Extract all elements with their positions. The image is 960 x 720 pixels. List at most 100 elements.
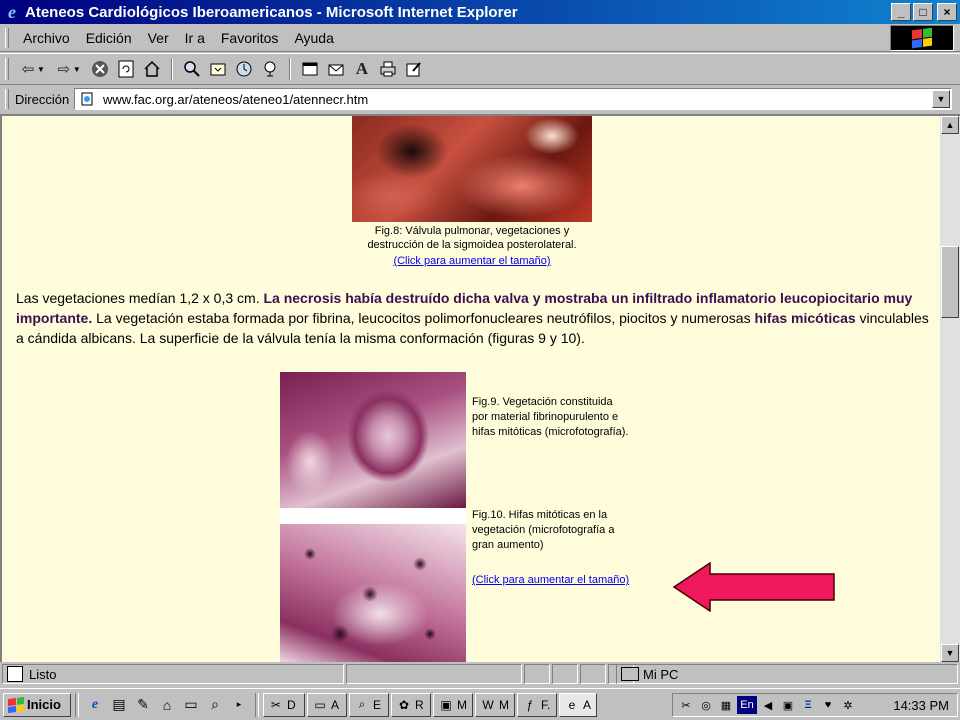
antivirus-tray-icon[interactable]: ✲ — [839, 696, 857, 714]
taskbar-task-label: A — [583, 697, 592, 712]
addressbar-grip[interactable] — [5, 89, 9, 109]
mail-icon[interactable] — [323, 57, 349, 81]
browser-viewport: Fig.8: Válvula pulmonar, vegetaciones y … — [0, 114, 960, 662]
scroll-down-button[interactable]: ▼ — [941, 644, 959, 662]
back-dropdown-icon[interactable]: ▼ — [37, 65, 45, 74]
fig10-caption: Fig.10. Hifas mitóticas en la vegetación… — [472, 509, 615, 551]
ie-logo-icon: e — [8, 1, 16, 22]
windows-logo-icon — [8, 696, 24, 713]
toolbar: ⇦ ▼ ⇨ ▼ A — [0, 53, 960, 85]
fonts-icon[interactable]: A — [349, 57, 375, 81]
menu-favoritos[interactable]: Favoritos — [213, 30, 287, 46]
fig9-photo[interactable] — [280, 372, 466, 508]
vertical-scrollbar[interactable]: ▲ ▼ — [940, 116, 960, 662]
scheduler-tray-icon[interactable]: ▦ — [717, 696, 735, 714]
network-tray-icon[interactable]: ♥ — [819, 696, 837, 714]
taskbar-task-1[interactable]: ▭ A — [307, 692, 347, 717]
taskbar-task-label: E — [373, 697, 382, 712]
edit-icon[interactable] — [401, 57, 427, 81]
menu-ir-a[interactable]: Ir a — [177, 30, 213, 46]
taskbar-task-label: R — [415, 697, 424, 712]
maximize-button[interactable]: □ — [913, 3, 933, 21]
taskbar-task-label: M — [457, 697, 467, 712]
window-title: Ateneos Cardiológicos Iberoamericanos - … — [25, 3, 518, 21]
folder-quicklaunch-icon[interactable]: ▭ — [179, 694, 203, 716]
taskbar-task-7[interactable]: eA — [559, 692, 597, 717]
address-input[interactable]: www.fac.org.ar/ateneos/ateneo1/atennecr.… — [74, 88, 952, 110]
taskbar: Inicio e ▤ ✎ ⌂ ▭ ⌕ ▸ ✂ D ▭ A ⌕ E ✿ R ▣ M W Mƒ F. e A ✂… — [0, 688, 960, 720]
explorer-icon: ⌕ — [358, 697, 366, 711]
toolbar-grip[interactable] — [5, 58, 9, 80]
taskbar-task-2[interactable]: ⌕ E — [349, 692, 389, 717]
paint-icon: ✿ — [398, 697, 410, 712]
fullscreen-icon[interactable] — [297, 57, 323, 81]
taskbar-task-label: F. — [541, 697, 551, 712]
acrobat-tray-icon[interactable]: ✂ — [677, 696, 695, 714]
page-icon — [81, 92, 93, 106]
refresh-icon[interactable] — [113, 57, 139, 81]
menu-edicion[interactable]: Edición — [78, 30, 140, 46]
fig910-enlarge-link[interactable]: (Click para aumentar el tamaño) — [472, 574, 629, 586]
taskbar-task-3[interactable]: ✿ R — [391, 692, 431, 717]
desktop-quicklaunch-icon[interactable]: ▤ — [107, 694, 131, 716]
menu-ver[interactable]: Ver — [140, 30, 177, 46]
favorites-icon[interactable] — [205, 57, 231, 81]
fig8-photo[interactable] — [352, 116, 592, 222]
taskbar-task-0[interactable]: ✂ D — [263, 692, 305, 717]
history-icon[interactable] — [231, 57, 257, 81]
start-button[interactable]: Inicio — [3, 692, 71, 717]
web-page: Fig.8: Válvula pulmonar, vegetaciones y … — [2, 116, 940, 662]
forward-dropdown-icon[interactable]: ▼ — [73, 65, 81, 74]
address-dropdown-button[interactable]: ▼ — [932, 90, 950, 108]
taskbar-task-label: D — [287, 697, 296, 712]
language-indicator[interactable]: En — [737, 696, 757, 714]
address-url[interactable]: www.fac.org.ar/ateneos/ateneo1/atennecr.… — [101, 92, 932, 107]
folder-icon: ▭ — [314, 697, 326, 712]
menu-bar: Archivo Edición Ver Ir a Favoritos Ayuda — [0, 24, 960, 52]
scroll-up-button[interactable]: ▲ — [941, 116, 959, 134]
throbber — [890, 25, 954, 51]
status-text-panel: Listo — [2, 664, 344, 684]
document-icon — [7, 666, 23, 682]
system-tray: ✂ ◎ ▦ En ◀ ▣ Ξ ♥ ✲ 14:33 PM — [672, 693, 958, 717]
minimize-button[interactable]: _ — [891, 3, 911, 21]
home-icon[interactable] — [139, 57, 165, 81]
notepad-quicklaunch-icon[interactable]: ✎ — [131, 694, 155, 716]
zone-panel: Mi PC — [616, 664, 958, 684]
status-text: Listo — [29, 666, 57, 682]
taskbar-task-6[interactable]: ƒ F. — [517, 692, 557, 717]
channels-icon[interactable] — [257, 57, 283, 81]
status-bar: Listo Mi PC — [0, 662, 960, 686]
fig10-photo[interactable] — [280, 524, 466, 662]
network-quicklaunch-icon[interactable]: ⌂ — [155, 694, 179, 716]
acrobat-icon: ✂ — [270, 697, 282, 712]
ie-quicklaunch-icon[interactable]: e — [83, 694, 107, 716]
windows-logo-icon — [912, 27, 932, 49]
close-button[interactable]: × — [937, 3, 957, 21]
stop-icon[interactable] — [87, 57, 113, 81]
taskbar-task-4[interactable]: ▣ M — [433, 692, 473, 717]
scrollbar-thumb[interactable] — [941, 246, 959, 318]
search-icon[interactable] — [179, 57, 205, 81]
explorer-quicklaunch-icon[interactable]: ⌕ — [203, 694, 227, 716]
monitor-tray-icon[interactable]: ▣ — [779, 696, 797, 714]
zone-text: Mi PC — [643, 666, 679, 682]
flash-icon: ƒ — [526, 697, 534, 712]
taskbar-task-label: M — [499, 697, 509, 712]
clock: 14:33 PM — [893, 697, 949, 713]
taskbar-task-label: A — [331, 697, 340, 712]
word-icon: W — [482, 697, 494, 712]
print-icon[interactable] — [375, 57, 401, 81]
pointer-arrow-icon — [672, 562, 835, 612]
address-label: Dirección — [15, 91, 70, 107]
fig8-enlarge-link[interactable]: (Click para aumentar el tamaño) — [393, 255, 550, 267]
menu-archivo[interactable]: Archivo — [15, 30, 78, 46]
more-quicklaunch-icon[interactable]: ▸ — [227, 694, 251, 716]
ie-icon: e — [568, 697, 576, 712]
menu-ayuda[interactable]: Ayuda — [286, 30, 341, 46]
e-tray-icon[interactable]: Ξ — [799, 696, 817, 714]
taskbar-task-5[interactable]: WM — [475, 692, 515, 717]
volume-icon[interactable]: ◀ — [759, 696, 777, 714]
menubar-grip[interactable] — [5, 27, 9, 48]
cd-tray-icon[interactable]: ◎ — [697, 696, 715, 714]
